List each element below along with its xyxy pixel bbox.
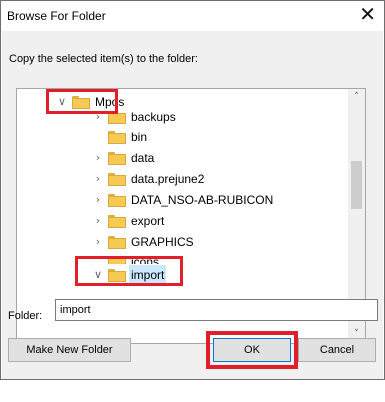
folder-icon	[108, 215, 126, 228]
chevron-right-icon[interactable]: ›	[92, 211, 104, 231]
folder-icon	[108, 131, 126, 144]
tree-item-data-prejune2[interactable]: › data.prejune2	[17, 169, 349, 189]
annotation-box-ok	[206, 331, 298, 369]
folder-icon	[108, 236, 126, 249]
tree-item-label: GRAPHICS	[131, 235, 194, 249]
folder-field[interactable]	[55, 299, 378, 321]
folder-field-label: Folder:	[8, 310, 43, 322]
dialog-body: Copy the selected item(s) to the folder:…	[2, 31, 383, 379]
tree-item-data-nso-ab-rubicon[interactable]: › DATA_NSO-AB-RUBICON	[17, 190, 349, 210]
folder-icon	[108, 173, 126, 186]
tree-item-icons[interactable]: icons	[17, 252, 349, 264]
tree-item-label: bin	[131, 130, 148, 144]
scroll-up-icon[interactable]: ˄	[348, 89, 365, 106]
chevron-right-icon[interactable]: ›	[92, 232, 104, 252]
folder-icon	[108, 194, 126, 207]
tree-item-graphics[interactable]: › GRAPHICS	[17, 232, 349, 252]
dialog-title: Browse For Folder	[7, 9, 106, 23]
tree-item-label: data.prejune2	[131, 172, 205, 186]
chevron-right-icon[interactable]: ›	[92, 190, 104, 210]
annotation-box-import	[75, 256, 183, 286]
tree-item-label: backups	[131, 110, 176, 124]
tree-item-label: DATA_NSO-AB-RUBICON	[131, 193, 274, 207]
folder-icon	[108, 152, 126, 165]
close-icon[interactable]: ✕	[359, 4, 376, 24]
make-new-folder-button[interactable]: Make New Folder	[8, 338, 131, 362]
tree-item-import[interactable]: ∨ import	[17, 265, 349, 285]
tree-item-label: export	[131, 214, 165, 228]
scroll-thumb[interactable]	[351, 161, 362, 209]
annotation-box-mpos	[46, 89, 118, 114]
browse-for-folder-dialog: Browse For Folder ✕ Copy the selected it…	[0, 0, 385, 380]
tree-item-data[interactable]: › data	[17, 148, 349, 168]
cancel-button[interactable]: Cancel	[298, 338, 376, 362]
instruction-text: Copy the selected item(s) to the folder:	[9, 53, 198, 65]
chevron-right-icon[interactable]: ›	[92, 169, 104, 189]
tree-item-export[interactable]: › export	[17, 211, 349, 231]
tree-item-label: data	[131, 151, 155, 165]
title-bar: Browse For Folder ✕	[1, 1, 384, 31]
tree-item-bin[interactable]: bin	[17, 127, 349, 147]
chevron-right-icon[interactable]: ›	[92, 148, 104, 168]
